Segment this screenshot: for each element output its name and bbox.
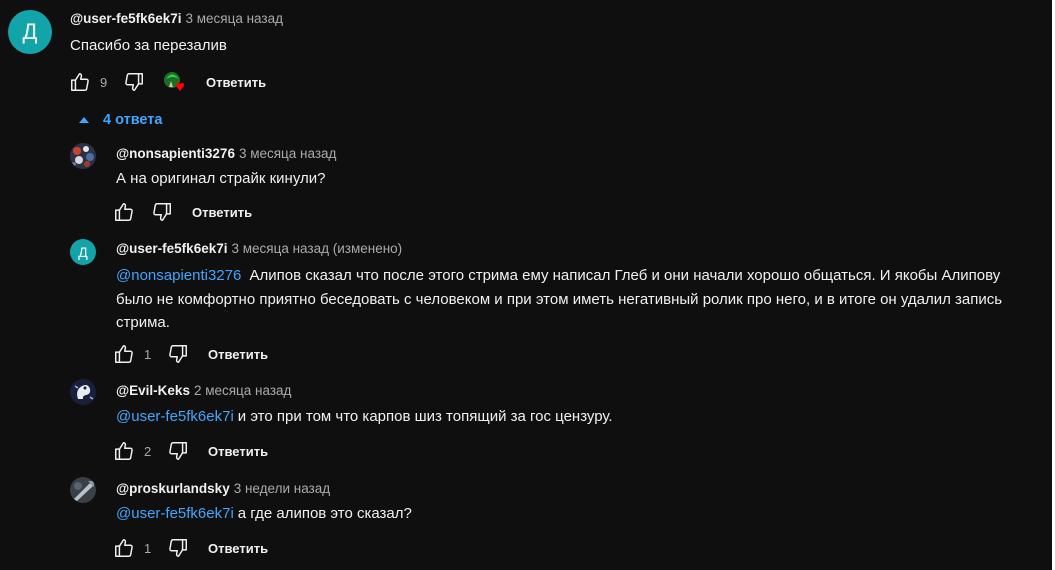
thumb-up-icon[interactable] <box>112 536 136 560</box>
reply-text: @user-fe5fk6ek7i а где алипов это сказал? <box>116 502 412 526</box>
reply-button[interactable]: Ответить <box>206 75 266 90</box>
reply-text: А на оригинал страйк кинули? <box>116 170 326 187</box>
avatar-letter: Д <box>78 244 88 260</box>
reply-body: и это при том что карпов шиз топящий за … <box>237 408 613 425</box>
mention-link[interactable]: @user-fe5fk6ek7i <box>116 505 234 522</box>
reply-author[interactable]: @proskurlandsky <box>116 481 230 496</box>
reply-header: @nonsapienti3276 3 месяца назад <box>116 146 336 161</box>
reply-button[interactable]: Ответить <box>208 541 268 556</box>
comment-actions: 9 Ответить <box>68 70 266 94</box>
caret-up-icon <box>79 117 89 123</box>
avatar-image <box>70 379 96 405</box>
reply-button[interactable]: Ответить <box>208 444 268 459</box>
avatar-image <box>70 143 96 169</box>
replies-count: 4 ответа <box>103 112 163 128</box>
reply-header: @user-fe5fk6ek7i 3 месяца назад (изменено… <box>116 241 402 256</box>
thumb-down-icon[interactable] <box>122 70 146 94</box>
like-count: 9 <box>100 74 108 90</box>
replies-toggle[interactable]: 4 ответа <box>76 112 162 128</box>
avatar-image <box>70 477 96 503</box>
avatar[interactable]: Д <box>8 10 52 54</box>
reply-button[interactable]: Ответить <box>192 205 252 220</box>
reply-author[interactable]: @Evil-Keks <box>116 383 190 398</box>
thumb-up-icon[interactable] <box>112 439 136 463</box>
reply-actions: 2 Ответить <box>112 439 268 463</box>
reply-body: Алипов сказал что после этого стрима ему… <box>116 267 1003 331</box>
reply-time[interactable]: 2 месяца назад <box>194 383 292 398</box>
like-count: 1 <box>144 540 152 556</box>
avatar[interactable]: Д <box>70 239 96 265</box>
thumb-down-icon[interactable] <box>166 439 190 463</box>
thumb-up-icon[interactable] <box>68 70 92 94</box>
reply-header: @Evil-Keks 2 месяца назад <box>116 383 291 398</box>
reply-text: @nonsapienti3276 Алипов сказал что после… <box>116 264 1031 335</box>
thumb-down-icon[interactable] <box>166 536 190 560</box>
reply-body: а где алипов это сказал? <box>237 505 412 522</box>
mention-link[interactable]: @nonsapienti3276 <box>116 267 241 284</box>
reply-actions: Ответить <box>112 200 252 224</box>
comment-header: @user-fe5fk6ek7i 3 месяца назад <box>70 11 283 26</box>
reply-time[interactable]: 3 месяца назад (изменено) <box>231 241 402 256</box>
reply-button[interactable]: Ответить <box>208 347 268 362</box>
reply-actions: 1 Ответить <box>112 536 268 560</box>
reply-header: @proskurlandsky 3 недели назад <box>116 481 330 496</box>
reply-author[interactable]: @user-fe5fk6ek7i <box>116 241 227 256</box>
comment-time[interactable]: 3 месяца назад <box>185 11 283 26</box>
reply-time[interactable]: 3 месяца назад <box>239 146 337 161</box>
like-count: 2 <box>144 443 152 459</box>
thumb-up-icon[interactable] <box>112 342 136 366</box>
comment-author[interactable]: @user-fe5fk6ek7i <box>70 11 181 26</box>
reply-author[interactable]: @nonsapienti3276 <box>116 146 235 161</box>
reply-actions: 1 Ответить <box>112 342 268 366</box>
thumb-down-icon[interactable] <box>150 200 174 224</box>
reply-text: @user-fe5fk6ek7i и это при том что карпов… <box>116 405 613 429</box>
creator-heart-icon <box>162 70 188 94</box>
reply-time[interactable]: 3 недели назад <box>234 481 330 496</box>
avatar[interactable] <box>70 477 96 503</box>
thumb-up-icon[interactable] <box>112 200 136 224</box>
mention-link[interactable]: @user-fe5fk6ek7i <box>116 408 234 425</box>
comment-text: Спасибо за перезалив <box>70 37 227 54</box>
avatar[interactable] <box>70 379 96 405</box>
like-count: 1 <box>144 346 152 362</box>
thumb-down-icon[interactable] <box>166 342 190 366</box>
avatar[interactable] <box>70 143 96 169</box>
avatar-letter: Д <box>22 19 38 44</box>
